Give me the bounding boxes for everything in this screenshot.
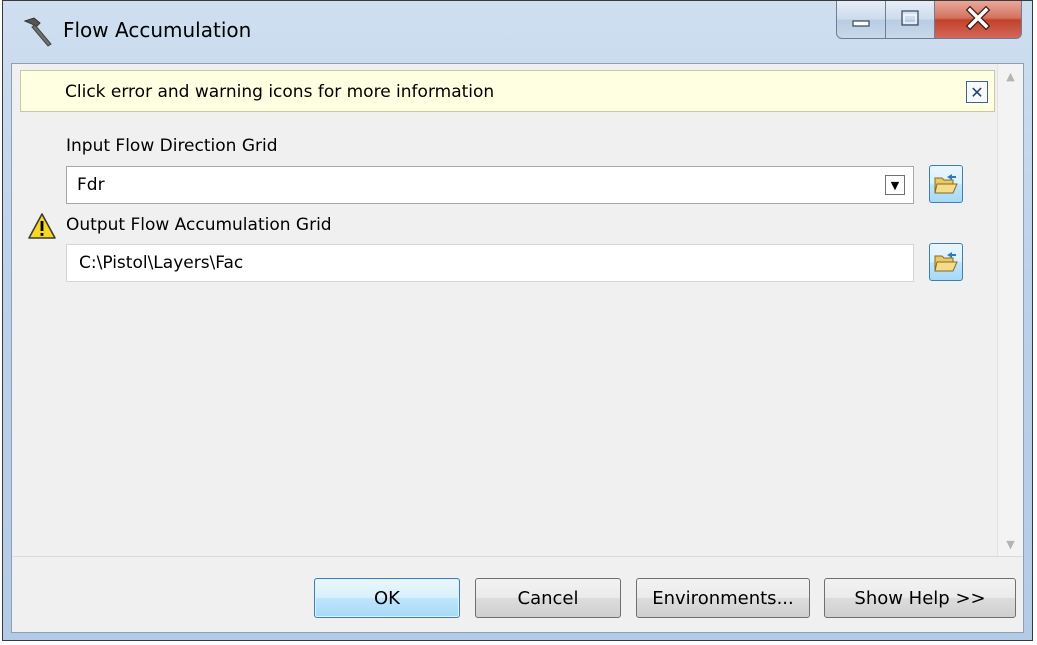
- vertical-scrollbar[interactable]: ▲ ▼: [997, 64, 1023, 556]
- environments-button[interactable]: Environments...: [636, 578, 810, 618]
- maximize-button[interactable]: [886, 1, 935, 39]
- warning-icon[interactable]: [27, 212, 57, 240]
- output-flow-accumulation-field[interactable]: [66, 244, 914, 282]
- hammer-icon: [23, 17, 52, 47]
- ok-button[interactable]: OK: [314, 578, 460, 618]
- output-path-input[interactable]: [67, 245, 913, 281]
- browse-input-button[interactable]: [929, 165, 963, 203]
- tool-dialog-window: Flow Accumulation Click error and warnin…: [2, 0, 1033, 641]
- title-bar[interactable]: Flow Accumulation: [3, 1, 1032, 63]
- scroll-up-button[interactable]: ▲: [998, 64, 1023, 88]
- close-button[interactable]: [935, 1, 1022, 39]
- maximize-icon: [901, 10, 919, 26]
- browse-output-button[interactable]: [929, 243, 963, 281]
- input-flow-direction-label: Input Flow Direction Grid: [66, 136, 278, 156]
- window-title: Flow Accumulation: [63, 18, 252, 42]
- close-x-icon: ✕: [970, 82, 984, 102]
- input-flow-direction-combobox[interactable]: Fdr ▼: [66, 166, 914, 204]
- output-flow-accumulation-label: Output Flow Accumulation Grid: [66, 215, 332, 235]
- open-folder-icon: [934, 252, 958, 272]
- info-message: Click error and warning icons for more i…: [65, 82, 495, 102]
- parameters-panel: Click error and warning icons for more i…: [12, 64, 997, 556]
- dropdown-arrow-button[interactable]: ▼: [885, 175, 905, 195]
- show-help-button[interactable]: Show Help >>: [824, 578, 1016, 618]
- cancel-button[interactable]: Cancel: [475, 578, 621, 618]
- minimize-button[interactable]: [836, 1, 886, 39]
- dialog-button-bar: OK Cancel Environments... Show Help >>: [12, 556, 1023, 632]
- scroll-down-icon: ▼: [1006, 537, 1015, 551]
- close-icon: [965, 5, 991, 31]
- info-bar: Click error and warning icons for more i…: [20, 70, 995, 112]
- info-close-button[interactable]: ✕: [966, 81, 988, 103]
- scroll-down-button[interactable]: ▼: [998, 532, 1023, 556]
- scroll-up-icon: ▲: [1006, 69, 1015, 83]
- minimize-icon: [852, 20, 870, 27]
- open-folder-icon: [934, 174, 958, 194]
- caption-buttons: [836, 1, 1022, 41]
- dialog-client-area: Click error and warning icons for more i…: [11, 63, 1024, 633]
- input-flow-direction-value: Fdr: [77, 175, 105, 195]
- chevron-down-icon: ▼: [890, 178, 900, 192]
